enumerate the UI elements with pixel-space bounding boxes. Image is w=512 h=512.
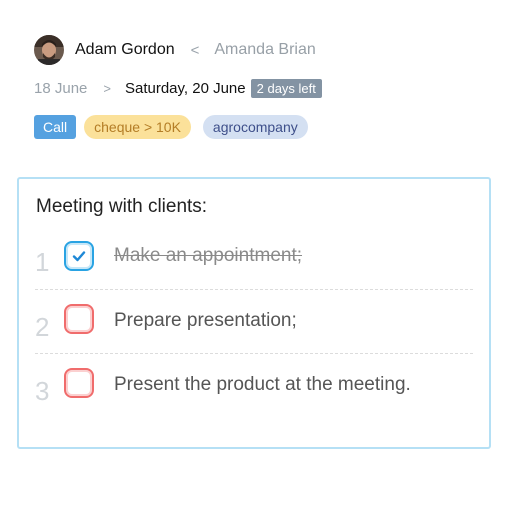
owner-name[interactable]: Adam Gordon	[75, 41, 175, 59]
tag-cheque[interactable]: cheque > 10K	[84, 115, 191, 139]
checklist-title: Meeting with clients:	[36, 196, 208, 217]
tag-list: Call cheque > 10K agrocompany	[34, 115, 308, 139]
tag-company[interactable]: agrocompany	[202, 115, 308, 139]
task-dates: 18 June > Saturday, 20 June 2 days left	[34, 77, 322, 99]
item-text[interactable]: Make an appointment;	[114, 245, 302, 267]
assignee-name[interactable]: Amanda Brian	[214, 41, 315, 59]
tag-call[interactable]: Call	[34, 115, 77, 139]
owner-assignee-separator: <	[190, 41, 200, 59]
check-icon	[72, 251, 86, 262]
item-checkbox-checked[interactable]	[64, 241, 94, 271]
days-left-badge: 2 days left	[250, 78, 322, 98]
checklist-item: 2 Prepare presentation;	[35, 289, 473, 354]
item-number: 2	[35, 312, 50, 342]
item-checkbox[interactable]	[64, 368, 94, 398]
checklist-card: Meeting with clients: 1 Make an appointm…	[17, 177, 491, 449]
item-text[interactable]: Prepare presentation;	[114, 310, 297, 332]
item-checkbox[interactable]	[64, 304, 94, 334]
item-number: 3	[35, 376, 50, 406]
item-number: 1	[35, 247, 50, 277]
task-header: Adam Gordon < Amanda Brian	[34, 34, 316, 66]
avatar[interactable]	[34, 35, 64, 65]
checklist-item: 3 Present the product at the meeting.	[35, 353, 473, 418]
start-date: 18 June	[34, 79, 88, 97]
checklist-item: 1 Make an appointment;	[35, 225, 473, 289]
date-arrow: >	[103, 80, 111, 96]
due-date[interactable]: Saturday, 20 June	[125, 80, 246, 97]
item-text[interactable]: Present the product at the meeting.	[114, 374, 411, 396]
